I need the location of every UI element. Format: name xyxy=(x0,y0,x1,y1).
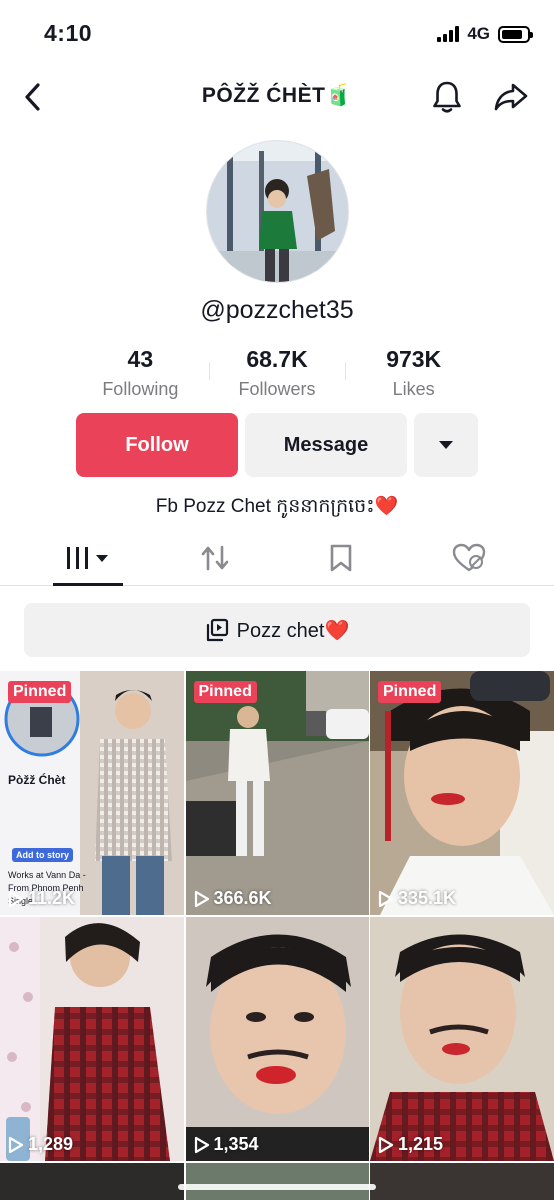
tab-liked[interactable] xyxy=(444,530,494,586)
video-thumbnail[interactable]: 1,215 xyxy=(370,917,554,1161)
play-icon xyxy=(378,890,394,907)
videos-grid-icon xyxy=(67,547,108,569)
view-count-value: 1,354 xyxy=(213,1134,259,1154)
video-thumbnail[interactable] xyxy=(185,1163,369,1200)
share-button[interactable] xyxy=(492,78,530,116)
thumbnail-image xyxy=(370,671,554,915)
bookmark-icon xyxy=(330,544,352,572)
avatar-photo xyxy=(207,141,348,282)
playlist-button[interactable]: Pozz chet❤️ xyxy=(24,603,530,657)
pinned-badge: Pinned xyxy=(193,681,257,703)
view-count-value: 335.1K xyxy=(398,888,457,908)
video-thumbnail[interactable]: 1,354 xyxy=(185,917,369,1161)
profile-bio: Fb Pozz Chet កូននាកក្រចេះ❤️ xyxy=(155,496,399,517)
tab-videos[interactable] xyxy=(53,530,123,586)
play-icon xyxy=(378,1136,394,1153)
play-icon xyxy=(8,890,24,907)
status-icons: 4G xyxy=(437,24,533,44)
video-thumbnail[interactable] xyxy=(370,1163,554,1200)
stat-value: 68.7K xyxy=(246,346,308,372)
battery-level xyxy=(502,29,523,39)
view-count: 335.1K xyxy=(378,888,456,909)
status-bar: 4:10 4G xyxy=(0,0,554,66)
follow-button[interactable]: Follow xyxy=(76,413,238,477)
stat-value: 43 xyxy=(127,346,154,372)
video-thumbnail[interactable]: Pinned 366.6K xyxy=(185,671,369,915)
caret-down-icon xyxy=(439,441,453,449)
playlist-icon xyxy=(206,618,228,642)
thumbnail-image xyxy=(370,917,554,1161)
overlay-story-button: Add to story xyxy=(12,848,73,862)
stat-value: 973K xyxy=(386,346,442,372)
video-thumbnail[interactable]: Pinned 335.1K xyxy=(370,671,554,915)
view-count-value: 1,215 xyxy=(398,1134,444,1154)
stat-label: Followers xyxy=(238,379,316,399)
view-count-value: 11.2K xyxy=(28,888,76,908)
message-button[interactable]: Message xyxy=(245,413,407,477)
avatar[interactable] xyxy=(206,140,349,283)
tab-reposts[interactable] xyxy=(190,530,240,586)
view-count: 1,289 xyxy=(8,1134,73,1155)
play-icon xyxy=(194,890,209,907)
signal-icon xyxy=(437,26,460,42)
page-title: PÔŽŽ ĆHÈT🧃 xyxy=(201,84,353,107)
overlay-name: Pòžž Ćhèt xyxy=(8,773,66,787)
pinned-badge: Pinned xyxy=(378,681,442,703)
video-thumbnail[interactable] xyxy=(0,1163,184,1200)
pinned-badge: Pinned xyxy=(8,681,72,703)
notifications-button[interactable] xyxy=(428,78,466,116)
network-type: 4G xyxy=(467,24,490,43)
stat-followers[interactable]: 68.7K Followers xyxy=(208,346,346,400)
home-indicator[interactable] xyxy=(178,1184,376,1190)
profile-stats: 43 Following 68.7K Followers 973K Likes xyxy=(72,346,482,400)
stat-following[interactable]: 43 Following xyxy=(72,346,209,400)
thumbnail-image xyxy=(185,671,369,915)
view-count-value: 1,289 xyxy=(28,1134,74,1154)
view-count: 1,215 xyxy=(378,1134,443,1155)
status-time: 4:10 xyxy=(44,20,93,46)
username: @pozzchet35 xyxy=(200,296,354,324)
view-count: 366.6K xyxy=(194,888,272,909)
liked-hidden-icon xyxy=(452,543,486,572)
active-tab-indicator xyxy=(53,583,123,586)
content-tabs xyxy=(0,530,554,586)
stat-label: Likes xyxy=(392,379,435,399)
repost-icon xyxy=(201,545,229,571)
play-icon xyxy=(194,1136,209,1153)
play-icon xyxy=(8,1136,24,1153)
stat-label: Following xyxy=(102,379,179,399)
battery-icon xyxy=(498,25,533,43)
profile-actions: Follow Message xyxy=(76,413,478,477)
profile-header: PÔŽŽ ĆHÈT🧃 xyxy=(0,66,554,128)
view-count-value: 366.6K xyxy=(213,888,272,908)
thumbnail-image xyxy=(0,917,184,1161)
view-count: 1,354 xyxy=(194,1134,259,1155)
video-thumbnail[interactable]: 1,289 xyxy=(0,917,184,1161)
bell-icon xyxy=(433,81,461,113)
video-grid: Pòžž Ćhèt Add to story Works at Vann Da … xyxy=(0,671,554,1200)
video-thumbnail[interactable]: Pòžž Ćhèt Add to story Works at Vann Da … xyxy=(0,671,184,915)
playlist-label: Pozz chet❤️ xyxy=(236,619,350,642)
stat-likes[interactable]: 973K Likes xyxy=(345,346,482,400)
share-arrow-icon xyxy=(494,83,528,111)
overlay-detail: Works at Vann Da - xyxy=(8,870,86,880)
thumbnail-image xyxy=(185,917,369,1161)
view-count: 11.2K xyxy=(8,888,75,909)
tab-favorites[interactable] xyxy=(316,530,366,586)
more-options-button[interactable] xyxy=(414,413,478,477)
